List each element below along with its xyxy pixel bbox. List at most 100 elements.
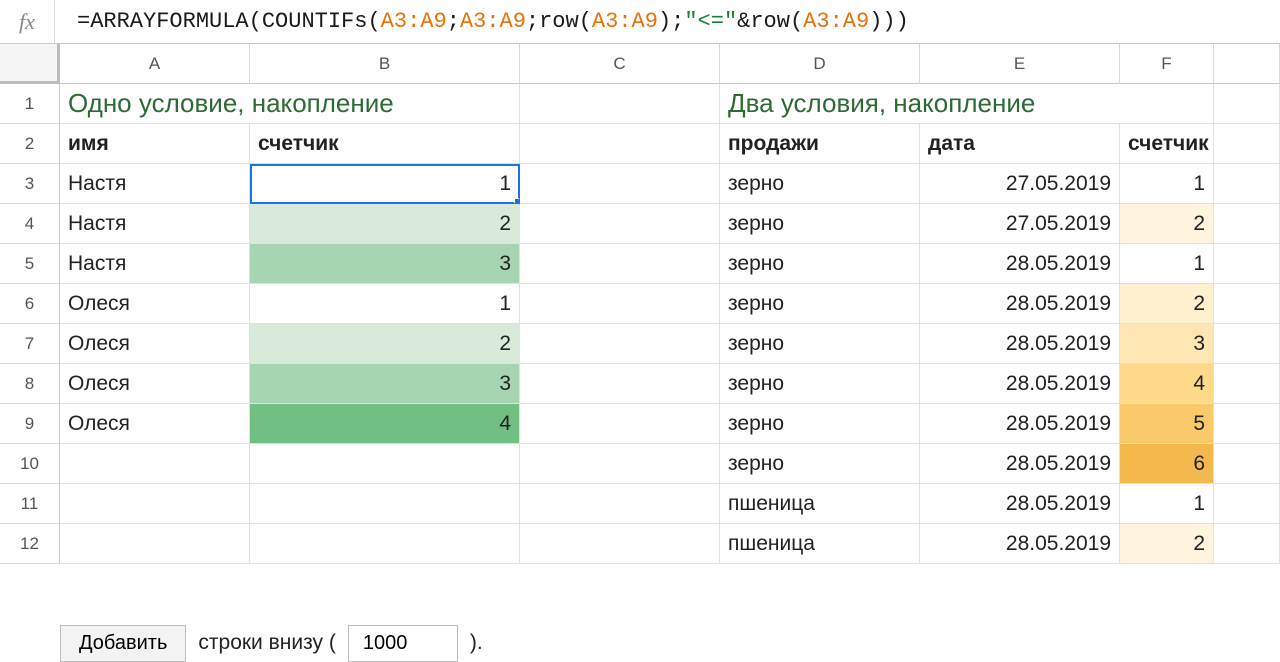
cell-empty[interactable] bbox=[520, 324, 720, 364]
cell-blank[interactable] bbox=[1214, 164, 1280, 204]
cell-empty[interactable] bbox=[520, 364, 720, 404]
cell-C2[interactable] bbox=[520, 124, 720, 164]
cell-empty[interactable] bbox=[520, 204, 720, 244]
cell-blank[interactable] bbox=[1214, 444, 1280, 484]
cell-date[interactable]: 28.05.2019 bbox=[920, 444, 1120, 484]
cell-date[interactable]: 27.05.2019 bbox=[920, 164, 1120, 204]
cell-blank[interactable] bbox=[1214, 324, 1280, 364]
row-header-1[interactable]: 1 bbox=[0, 84, 60, 124]
cell-sales[interactable]: зерно bbox=[720, 444, 920, 484]
row-header-11[interactable]: 11 bbox=[0, 484, 60, 524]
col-header-A[interactable]: A bbox=[60, 44, 250, 84]
cell-sales[interactable]: пшеница bbox=[720, 484, 920, 524]
cell-name[interactable]: Олеся bbox=[60, 404, 250, 444]
cell-name[interactable]: Олеся bbox=[60, 364, 250, 404]
rows-below-closing: ). bbox=[470, 631, 483, 655]
cell-counter-left[interactable] bbox=[250, 524, 520, 564]
cell-counter-right[interactable]: 3 bbox=[1120, 324, 1214, 364]
cell-name[interactable] bbox=[60, 524, 250, 564]
row-header-5[interactable]: 5 bbox=[0, 244, 60, 284]
cell-date[interactable]: 28.05.2019 bbox=[920, 324, 1120, 364]
cell-empty[interactable] bbox=[520, 164, 720, 204]
cell-sales[interactable]: пшеница bbox=[720, 524, 920, 564]
cell-sales[interactable]: зерно bbox=[720, 284, 920, 324]
row-header-8[interactable]: 8 bbox=[0, 364, 60, 404]
cell-date[interactable]: 28.05.2019 bbox=[920, 244, 1120, 284]
cell-empty[interactable] bbox=[520, 444, 720, 484]
cell-blank[interactable] bbox=[1214, 244, 1280, 284]
row-header-6[interactable]: 6 bbox=[0, 284, 60, 324]
cell-empty[interactable] bbox=[520, 484, 720, 524]
cell-counter-left[interactable]: 4 bbox=[250, 404, 520, 444]
cell-name[interactable] bbox=[60, 484, 250, 524]
cell-sales[interactable]: зерно bbox=[720, 244, 920, 284]
cell-C1[interactable] bbox=[520, 84, 720, 124]
cell-date[interactable]: 28.05.2019 bbox=[920, 284, 1120, 324]
cell-name[interactable] bbox=[60, 444, 250, 484]
cell-empty[interactable] bbox=[520, 524, 720, 564]
formula-input[interactable]: = ARRAYFORMULA ( COUNTIFs ( A3:A9 ; A3:A… bbox=[55, 0, 1280, 43]
cell-blank-1[interactable] bbox=[1214, 84, 1280, 124]
header-counter-left: счетчик bbox=[250, 124, 520, 164]
cell-date[interactable]: 28.05.2019 bbox=[920, 404, 1120, 444]
cell-sales[interactable]: зерно bbox=[720, 404, 920, 444]
cell-name[interactable]: Настя bbox=[60, 204, 250, 244]
cell-counter-right[interactable]: 1 bbox=[1120, 244, 1214, 284]
cell-empty[interactable] bbox=[520, 284, 720, 324]
cell-counter-left[interactable]: 3 bbox=[250, 364, 520, 404]
row-header-2[interactable]: 2 bbox=[0, 124, 60, 164]
col-header-C[interactable]: C bbox=[520, 44, 720, 84]
row-header-4[interactable]: 4 bbox=[0, 204, 60, 244]
cell-date[interactable]: 28.05.2019 bbox=[920, 524, 1120, 564]
select-all-corner[interactable] bbox=[0, 44, 60, 84]
cell-counter-right[interactable]: 2 bbox=[1120, 524, 1214, 564]
cell-blank[interactable] bbox=[1214, 404, 1280, 444]
cell-sales[interactable]: зерно bbox=[720, 364, 920, 404]
cell-sales[interactable]: зерно bbox=[720, 324, 920, 364]
col-header-E[interactable]: E bbox=[920, 44, 1120, 84]
cell-empty[interactable] bbox=[520, 404, 720, 444]
cell-blank[interactable] bbox=[1214, 204, 1280, 244]
rows-count-input[interactable] bbox=[348, 625, 458, 662]
cell-date[interactable]: 28.05.2019 bbox=[920, 364, 1120, 404]
add-rows-button[interactable]: Добавить bbox=[60, 625, 186, 662]
cell-sales[interactable]: зерно bbox=[720, 164, 920, 204]
cell-counter-right[interactable]: 1 bbox=[1120, 164, 1214, 204]
cell-counter-right[interactable]: 2 bbox=[1120, 284, 1214, 324]
cell-counter-left[interactable]: 3 bbox=[250, 244, 520, 284]
col-header-blank[interactable] bbox=[1214, 44, 1280, 84]
col-header-F[interactable]: F bbox=[1120, 44, 1214, 84]
cell-name[interactable]: Настя bbox=[60, 244, 250, 284]
cell-blank[interactable] bbox=[1214, 284, 1280, 324]
cell-date[interactable]: 27.05.2019 bbox=[920, 204, 1120, 244]
col-header-B[interactable]: B bbox=[250, 44, 520, 84]
row-header-9[interactable]: 9 bbox=[0, 404, 60, 444]
cell-name[interactable]: Олеся bbox=[60, 284, 250, 324]
spreadsheet-grid[interactable]: ABCDEF1Одно условие, накоплениеДва услов… bbox=[0, 44, 1280, 564]
cell-blank-2[interactable] bbox=[1214, 124, 1280, 164]
cell-counter-left[interactable]: 2 bbox=[250, 204, 520, 244]
cell-blank[interactable] bbox=[1214, 524, 1280, 564]
cell-counter-right[interactable]: 6 bbox=[1120, 444, 1214, 484]
cell-counter-right[interactable]: 1 bbox=[1120, 484, 1214, 524]
cell-counter-left[interactable]: 1 bbox=[250, 284, 520, 324]
cell-counter-left[interactable] bbox=[250, 484, 520, 524]
cell-name[interactable]: Олеся bbox=[60, 324, 250, 364]
cell-sales[interactable]: зерно bbox=[720, 204, 920, 244]
cell-empty[interactable] bbox=[520, 244, 720, 284]
cell-counter-left[interactable]: 1 bbox=[250, 164, 520, 204]
row-header-12[interactable]: 12 bbox=[0, 524, 60, 564]
cell-counter-right[interactable]: 2 bbox=[1120, 204, 1214, 244]
cell-counter-left[interactable]: 2 bbox=[250, 324, 520, 364]
row-header-7[interactable]: 7 bbox=[0, 324, 60, 364]
cell-blank[interactable] bbox=[1214, 484, 1280, 524]
row-header-10[interactable]: 10 bbox=[0, 444, 60, 484]
cell-counter-left[interactable] bbox=[250, 444, 520, 484]
cell-counter-right[interactable]: 5 bbox=[1120, 404, 1214, 444]
cell-counter-right[interactable]: 4 bbox=[1120, 364, 1214, 404]
cell-blank[interactable] bbox=[1214, 364, 1280, 404]
cell-date[interactable]: 28.05.2019 bbox=[920, 484, 1120, 524]
row-header-3[interactable]: 3 bbox=[0, 164, 60, 204]
col-header-D[interactable]: D bbox=[720, 44, 920, 84]
cell-name[interactable]: Настя bbox=[60, 164, 250, 204]
